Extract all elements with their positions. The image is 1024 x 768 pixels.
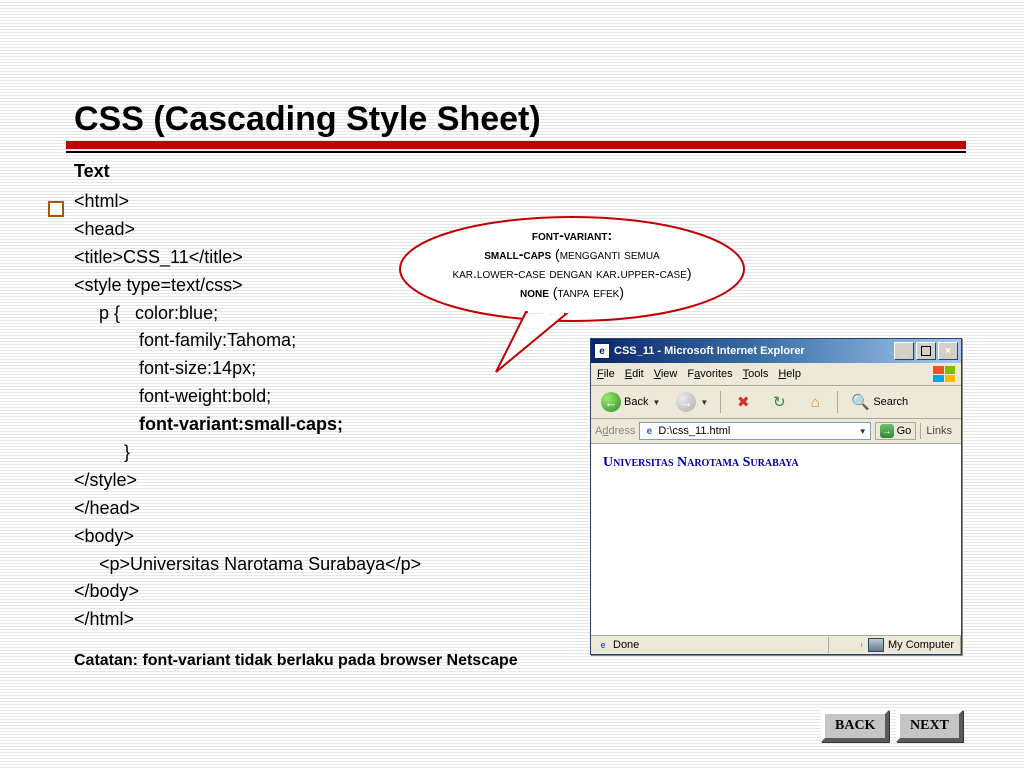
page-text: Universitas Narotama Surabaya: [603, 455, 799, 470]
menu-favorites[interactable]: Favorites: [687, 368, 732, 380]
home-icon: ⌂: [805, 392, 825, 412]
go-button[interactable]: → Go: [875, 422, 917, 440]
nav-back-button[interactable]: BACK: [821, 710, 889, 742]
maximize-button[interactable]: [916, 342, 936, 360]
forward-button[interactable]: → ▼: [670, 389, 714, 415]
bubble-line1: font-variant:: [532, 227, 612, 243]
ie-icon: e: [597, 639, 609, 651]
search-button[interactable]: 🔍 Search: [844, 389, 914, 415]
toolbar: ← Back ▼ → ▼ ✖ ↻ ⌂ 🔍 Search: [591, 386, 961, 419]
code-line: font-size:14px;: [74, 358, 256, 378]
code-line: </html>: [74, 609, 134, 629]
page-viewport: Universitas Narotama Surabaya: [591, 444, 961, 635]
code-line: <head>: [74, 219, 135, 239]
back-button[interactable]: ← Back ▼: [595, 389, 666, 415]
browser-window: e CSS_11 - Microsoft Internet Explorer _…: [590, 338, 962, 655]
dropdown-icon[interactable]: ▼: [652, 398, 660, 407]
dropdown-icon[interactable]: ▼: [859, 427, 867, 436]
home-button[interactable]: ⌂: [799, 389, 831, 415]
title-rule-red: [66, 141, 966, 149]
close-button[interactable]: ×: [938, 342, 958, 360]
refresh-button[interactable]: ↻: [763, 389, 795, 415]
menu-help[interactable]: Help: [778, 368, 801, 380]
code-line: p { color:blue;: [74, 303, 218, 323]
bubble-text: (tanpa efek): [549, 284, 624, 300]
code-line: <html>: [74, 191, 129, 211]
address-label: Address: [595, 425, 635, 437]
my-computer-icon: [868, 638, 884, 652]
slide-title: CSS (Cascading Style Sheet): [74, 100, 966, 139]
minimize-button[interactable]: _: [894, 342, 914, 360]
titlebar: e CSS_11 - Microsoft Internet Explorer _…: [591, 339, 961, 363]
search-label: Search: [873, 396, 908, 408]
refresh-icon: ↻: [769, 392, 789, 412]
code-line: <title>CSS_11</title>: [74, 247, 243, 267]
search-icon: 🔍: [850, 392, 870, 412]
code-line: <body>: [74, 526, 134, 546]
windows-flag-icon: [933, 366, 955, 382]
back-icon: ←: [601, 392, 621, 412]
title-rule-black: [66, 151, 966, 153]
separator: [837, 391, 838, 413]
bubble-bold: small-caps: [484, 246, 551, 262]
address-input[interactable]: e D:\css_11.html ▼: [639, 422, 870, 440]
page-icon: e: [643, 424, 655, 438]
menu-view[interactable]: View: [654, 368, 678, 380]
nav-next-button[interactable]: NEXT: [896, 710, 963, 742]
code-line: <style type=text/css>: [74, 275, 243, 295]
section-heading: Text: [74, 161, 966, 182]
stop-icon: ✖: [733, 392, 753, 412]
code-line: </style>: [74, 470, 137, 490]
address-bar: Address e D:\css_11.html ▼ → Go Links: [591, 419, 961, 444]
code-line: font-family:Tahoma;: [74, 330, 296, 350]
menu-tools[interactable]: Tools: [743, 368, 769, 380]
go-icon: →: [880, 424, 894, 438]
status-done: Done: [613, 639, 639, 651]
bubble-bold: none: [520, 284, 549, 300]
window-title: CSS_11 - Microsoft Internet Explorer: [614, 345, 894, 357]
bubble-text: (mengganti semua: [551, 246, 660, 262]
links-button[interactable]: Links: [920, 423, 957, 439]
menubar: File Edit View Favorites Tools Help: [591, 363, 961, 386]
forward-icon: →: [676, 392, 696, 412]
stop-button[interactable]: ✖: [727, 389, 759, 415]
menu-file[interactable]: File: [597, 368, 615, 380]
code-line-bold: font-variant:small-caps;: [74, 414, 343, 434]
address-value: D:\css_11.html: [658, 425, 730, 437]
statusbar: e Done My Computer: [591, 635, 961, 654]
code-line: <p>Universitas Narotama Surabaya</p>: [74, 554, 421, 574]
dropdown-icon[interactable]: ▼: [700, 398, 708, 407]
code-line: </head>: [74, 498, 140, 518]
code-line: font-weight:bold;: [74, 386, 271, 406]
bullet-icon: [48, 201, 64, 217]
bubble-text: kar.lower-case dengan kar.upper-case): [452, 265, 691, 281]
separator: [720, 391, 721, 413]
callout-bubble: font-variant: small-caps (mengganti semu…: [396, 214, 748, 326]
ie-icon: e: [594, 343, 610, 359]
back-label: Back: [624, 396, 648, 408]
go-label: Go: [897, 425, 912, 437]
menu-edit[interactable]: Edit: [625, 368, 644, 380]
status-zone: My Computer: [888, 639, 954, 651]
code-line: }: [74, 442, 130, 462]
code-line: </body>: [74, 581, 139, 601]
